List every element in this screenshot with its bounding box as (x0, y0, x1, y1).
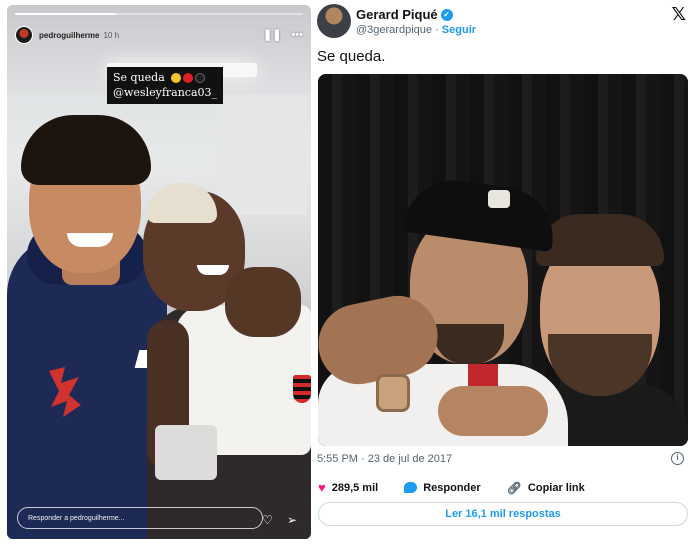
verified-badge-icon: ✓ (440, 8, 453, 21)
wristwatch (376, 374, 410, 412)
heart-icon[interactable]: ♡ (262, 514, 273, 526)
story-timestamp: 10 h (103, 30, 120, 40)
cap-logo-icon (488, 190, 510, 208)
wall-panel (217, 95, 307, 215)
story-header: pedroguilherme 10 h ❚❚ ••• (15, 23, 303, 47)
story-username[interactable]: pedroguilherme (39, 31, 99, 40)
caption-text: Se queda (113, 71, 165, 84)
hand (438, 386, 548, 436)
reply-label: Responder (423, 481, 481, 494)
send-icon[interactable]: ➢ (287, 514, 297, 526)
author-handle-row: @3gerardpique · Seguir (356, 24, 476, 36)
story-reply-input[interactable]: Responder a pedroguilherme... (17, 507, 263, 529)
post-text: Se queda. (317, 48, 386, 65)
post-image[interactable] (318, 74, 688, 446)
club-logo-icon (49, 367, 81, 417)
read-replies-button[interactable]: Ler 16,1 mil respostas (318, 502, 688, 526)
club-crest-icon (293, 375, 311, 403)
right-player-hand (225, 267, 301, 337)
avatar[interactable] (15, 26, 33, 44)
story-actions: ♡ ➢ (262, 514, 297, 526)
laughing-emoji-icon (171, 73, 182, 83)
reply-button[interactable]: Responder (404, 481, 481, 494)
copy-link-button[interactable]: 🔗︎ Copiar link (507, 481, 585, 495)
left-player-hair (21, 115, 151, 185)
right-person-hair (536, 214, 664, 266)
avatar[interactable] (317, 4, 351, 38)
info-icon[interactable]: i (671, 452, 684, 465)
copy-link-label: Copiar link (527, 481, 585, 494)
author-handle[interactable]: @3gerardpique (356, 24, 432, 36)
author-name[interactable]: Gerard Piqué (356, 7, 438, 22)
instagram-story: pedroguilherme 10 h ❚❚ ••• Se queda @wes… (7, 5, 311, 539)
right-player-hair (147, 183, 217, 223)
like-button[interactable]: ♥ 289,5 mil (318, 480, 378, 495)
separator: · (435, 24, 439, 36)
left-player-smile (67, 233, 113, 247)
right-player-smile (197, 265, 229, 275)
like-count: 289,5 mil (331, 481, 379, 494)
reply-placeholder: Responder a pedroguilherme... (28, 514, 125, 522)
author-name-row: Gerard Piqué ✓ (356, 7, 453, 22)
follow-button[interactable]: Seguir (442, 24, 476, 36)
story-caption: Se queda @wesleyfranca03_ (107, 67, 223, 104)
reply-icon (404, 482, 418, 493)
black-circle-icon (195, 73, 206, 83)
more-icon[interactable]: ••• (291, 29, 303, 41)
x-post: Gerard Piqué ✓ @3gerardpique · Seguir 𝕏 … (312, 0, 696, 544)
red-circle-icon (183, 73, 194, 83)
story-controls: ❚❚ ••• (263, 29, 303, 41)
post-actions: ♥ 289,5 mil Responder 🔗︎ Copiar link (318, 480, 611, 495)
pause-icon[interactable]: ❚❚ (263, 29, 281, 41)
post-timestamp[interactable]: 5:55 PM · 23 de jul de 2017 (317, 453, 452, 465)
x-logo-icon[interactable]: 𝕏 (671, 4, 686, 25)
bag (155, 425, 217, 480)
caption-mention[interactable]: @wesleyfranca03_ (113, 86, 217, 99)
caption-emojis (171, 73, 206, 83)
story-progress-fill (15, 13, 116, 15)
story-progress-bar (15, 13, 303, 15)
link-icon: 🔗︎ (506, 480, 522, 495)
heart-icon: ♥ (318, 480, 326, 495)
